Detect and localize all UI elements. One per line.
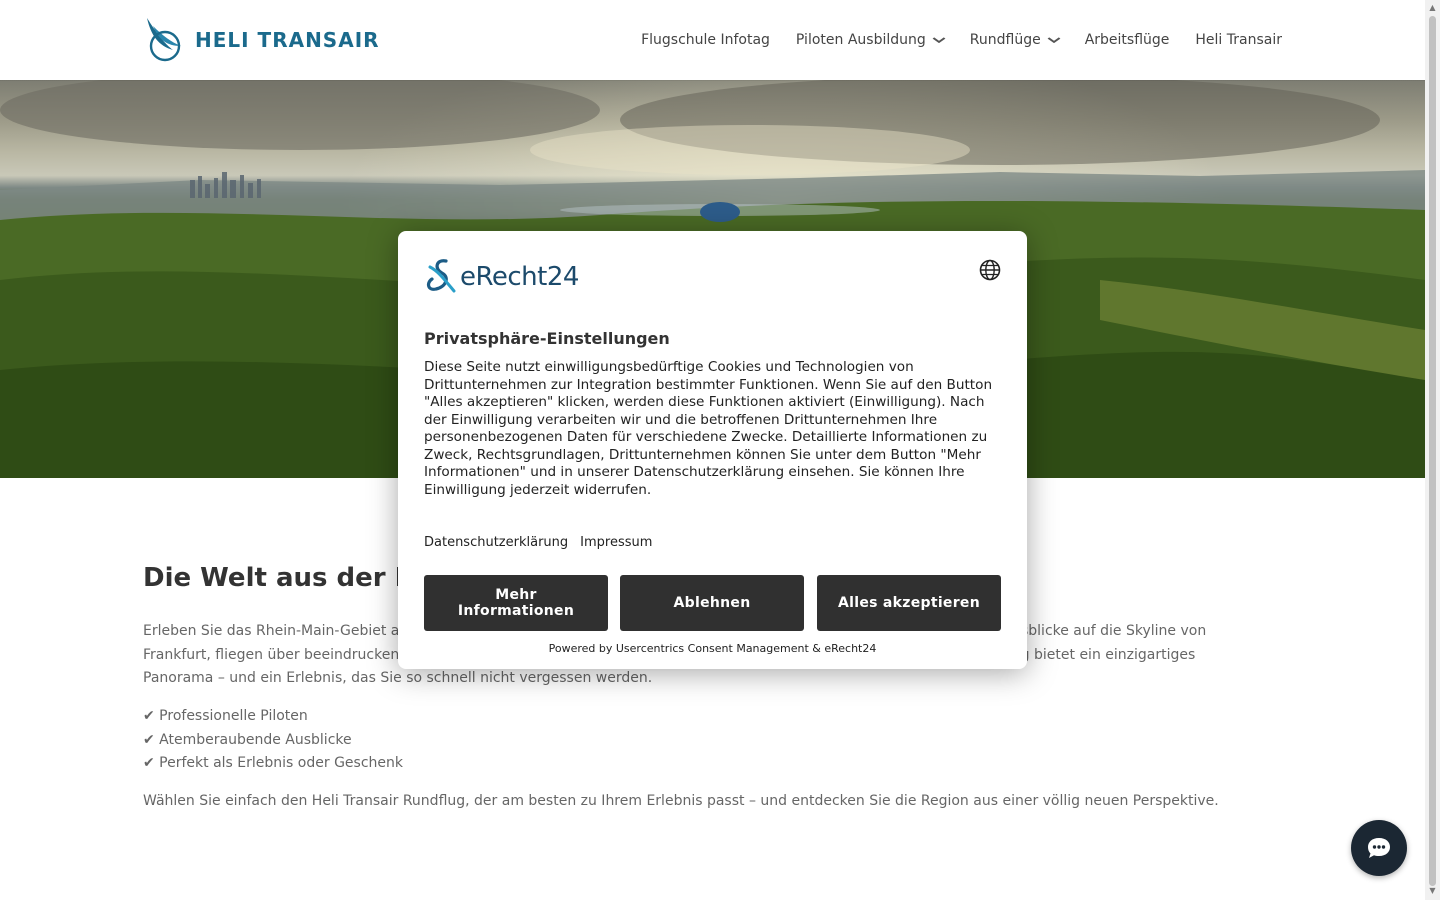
list-item: ✔ Atemberaubende Ausblicke [143, 731, 352, 748]
accept-all-button[interactable]: Alles akzeptieren [817, 575, 1001, 631]
site-logo[interactable]: HELI TRANSAIR [143, 16, 380, 64]
scrollbar-thumb[interactable] [1429, 16, 1436, 886]
list-item: ✔ Perfekt als Erlebnis oder Geschenk [143, 755, 403, 771]
erecht24-logo-text: eRecht24 [460, 262, 579, 292]
feature-list: ✔ Professionelle Piloten ✔ Atemberaubend… [143, 705, 403, 776]
list-item: ✔ Professionelle Piloten [143, 708, 308, 724]
site-header: HELI TRANSAIR Flugschule Infotag Piloten… [0, 0, 1425, 80]
nav-item-label: Heli Transair [1195, 32, 1282, 48]
nav-item-arbeitsfluege[interactable]: Arbeitsflüge [1085, 32, 1170, 48]
consent-links: Datenschutzerklärung Impressum [424, 535, 664, 550]
chat-button[interactable] [1351, 820, 1407, 876]
imprint-link[interactable]: Impressum [580, 535, 652, 550]
more-information-button[interactable]: Mehr Informationen [424, 575, 608, 631]
globe-icon[interactable] [979, 259, 1001, 281]
chevron-down-icon [1047, 35, 1061, 46]
nav-item-label: Piloten Ausbildung [795, 32, 926, 48]
nav-item-label: Flugschule Infotag [641, 32, 770, 48]
nav-item-heli-transair[interactable]: Heli Transair [1195, 32, 1282, 48]
powered-by-text: Powered by Usercentrics Consent Manageme… [548, 642, 877, 655]
closing-paragraph: Wählen Sie einfach den Heli Transair Run… [143, 793, 1219, 809]
consent-dialog: eRecht24 Privatsphäre-Einstellungen Dies… [398, 231, 1027, 669]
nav-item-label: Arbeitsflüge [1084, 32, 1170, 48]
logo-text: HELI TRANSAIR [195, 28, 380, 52]
consent-title: Privatsphäre-Einstellungen [424, 329, 670, 348]
nav-item-flugschule-infotag[interactable]: Flugschule Infotag [641, 32, 770, 48]
more-information-label: Mehr Informationen [457, 587, 575, 619]
main-nav: Flugschule Infotag Piloten Ausbildung Ru… [615, 0, 1282, 80]
nav-item-rundfluege[interactable]: Rundflüge [969, 32, 1061, 48]
scroll-up-arrow-icon[interactable]: ▲ [1428, 3, 1437, 12]
erecht24-logo-icon [426, 259, 456, 293]
privacy-policy-link[interactable]: Datenschutzerklärung [424, 535, 568, 550]
nav-item-piloten-ausbildung[interactable]: Piloten Ausbildung [795, 32, 946, 48]
nav-item-label: Rundflüge [969, 32, 1041, 48]
chat-icon [1368, 838, 1390, 858]
erecht24-logo: eRecht24 [424, 257, 579, 297]
accept-all-label: Alles akzeptieren [837, 595, 980, 611]
chevron-down-icon [932, 35, 946, 46]
consent-body: Diese Seite nutzt einwilligungsbedürftig… [424, 359, 993, 498]
scroll-down-arrow-icon[interactable]: ▼ [1428, 886, 1437, 895]
page-scrollbar[interactable]: ▲ ▼ [1425, 0, 1440, 900]
deny-label: Ablehnen [673, 595, 751, 611]
heli-wing-logo-icon [147, 18, 181, 62]
deny-button[interactable]: Ablehnen [620, 575, 804, 631]
